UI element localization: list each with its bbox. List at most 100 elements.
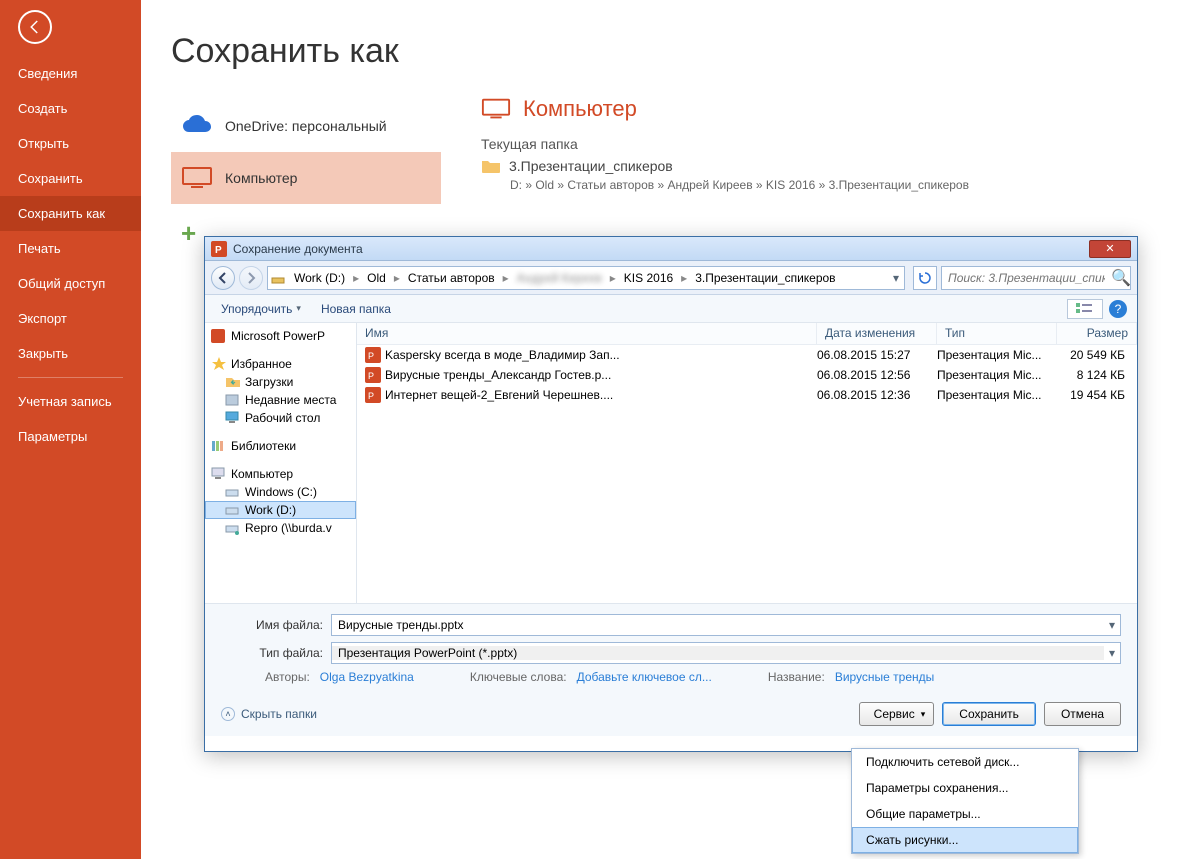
tree-libraries[interactable]: Библиотеки: [205, 437, 356, 455]
authors-value[interactable]: Olga Bezpyatkina: [320, 670, 414, 684]
title-label: Название:: [768, 670, 825, 684]
desktop-icon: [225, 411, 241, 425]
nav-forward-button[interactable]: [239, 266, 263, 290]
col-size[interactable]: Размер: [1057, 323, 1137, 344]
drive-icon: [268, 271, 288, 285]
tree-computer[interactable]: Компьютер: [205, 465, 356, 483]
tree-downloads[interactable]: Загрузки: [205, 373, 356, 391]
downloads-icon: [225, 375, 241, 389]
breadcrumb-seg[interactable]: KIS 2016: [618, 271, 679, 285]
svg-text:P: P: [368, 351, 374, 361]
new-folder-button[interactable]: Новая папка: [311, 300, 401, 318]
tree-desktop[interactable]: Рабочий стол: [205, 409, 356, 427]
tree-drive-c[interactable]: Windows (C:): [205, 483, 356, 501]
backstage-item-8[interactable]: Закрыть: [0, 336, 141, 371]
dialog-footer: ˄ Скрыть папки Сервис Сохранить Отмена: [205, 692, 1137, 736]
powerpoint-icon: P: [211, 241, 227, 257]
search-input[interactable]: [942, 271, 1111, 285]
refresh-button[interactable]: [913, 266, 937, 290]
computer-icon: [481, 96, 511, 122]
network-drive-icon: [225, 521, 241, 535]
backstage-account[interactable]: Учетная запись: [0, 384, 141, 419]
organize-button[interactable]: Упорядочить: [215, 300, 311, 318]
breadcrumb-seg[interactable]: 3.Презентации_спикеров: [689, 271, 841, 285]
hide-folders-button[interactable]: ˄ Скрыть папки: [221, 707, 317, 721]
tools-menu-item[interactable]: Сжать рисунки...: [852, 827, 1078, 853]
filetype-label: Тип файла:: [221, 646, 331, 660]
backstage-options[interactable]: Параметры: [0, 419, 141, 454]
pptx-icon: P: [365, 347, 381, 363]
file-row[interactable]: PВирусные тренды_Александр Гостев.p...06…: [357, 365, 1137, 385]
breadcrumb[interactable]: Work (D:)▸Old▸Статьи авторов▸Андрей Кире…: [267, 266, 905, 290]
view-mode-button[interactable]: [1067, 299, 1103, 319]
search-icon: 🔍: [1111, 268, 1131, 288]
tree-drive-repro[interactable]: Repro (\\burda.v: [205, 519, 356, 537]
location-column: Компьютер Текущая папка 3.Презентации_сп…: [481, 96, 1101, 192]
folder-tree: Microsoft PowerP Избранное Загрузки Неда…: [205, 323, 357, 603]
filetype-combo[interactable]: [332, 646, 1104, 660]
tools-button[interactable]: Сервис: [859, 702, 935, 726]
breadcrumb-dropdown[interactable]: ▾: [888, 267, 904, 289]
keywords-value[interactable]: Добавьте ключевое сл...: [577, 670, 712, 684]
tools-menu: Подключить сетевой диск...Параметры сохр…: [851, 748, 1079, 854]
dialog-toolbar: Упорядочить Новая папка ?: [205, 295, 1137, 323]
backstage-item-6[interactable]: Общий доступ: [0, 266, 141, 301]
backstage-item-7[interactable]: Экспорт: [0, 301, 141, 336]
dialog-title: Сохранение документа: [233, 242, 1089, 256]
list-header: Имя Дата изменения Тип Размер: [357, 323, 1137, 345]
current-folder-label: Текущая папка: [481, 136, 1101, 152]
file-list: Имя Дата изменения Тип Размер PKaspersky…: [357, 323, 1137, 603]
tools-menu-item[interactable]: Параметры сохранения...: [852, 775, 1078, 801]
filename-label: Имя файла:: [221, 618, 331, 632]
drive-icon: [225, 503, 241, 517]
current-folder[interactable]: 3.Презентации_спикеров: [481, 158, 1101, 174]
svg-text:P: P: [368, 391, 374, 401]
svg-text:P: P: [215, 245, 222, 256]
tree-favorites[interactable]: Избранное: [205, 355, 356, 373]
chevron-up-icon: ˄: [221, 707, 235, 721]
filetype-dropdown[interactable]: ▾: [1104, 643, 1120, 663]
keywords-label: Ключевые слова:: [470, 670, 567, 684]
breadcrumb-seg[interactable]: Old: [361, 271, 392, 285]
backstage-item-5[interactable]: Печать: [0, 231, 141, 266]
page-title: Сохранить как: [171, 32, 1200, 71]
svg-text:P: P: [368, 371, 374, 381]
title-value[interactable]: Вирусные тренды: [835, 670, 934, 684]
breadcrumb-seg[interactable]: Андрей Киреев: [511, 271, 608, 285]
cancel-button[interactable]: Отмена: [1044, 702, 1121, 726]
backstage-item-1[interactable]: Создать: [0, 91, 141, 126]
filename-dropdown[interactable]: ▾: [1104, 615, 1120, 635]
file-row[interactable]: PKaspersky всегда в моде_Владимир Зап...…: [357, 345, 1137, 365]
backstage-item-4[interactable]: Сохранить как: [0, 196, 141, 231]
tools-menu-item[interactable]: Общие параметры...: [852, 801, 1078, 827]
place-computer[interactable]: Компьютер: [171, 152, 441, 204]
pptx-icon: P: [365, 387, 381, 403]
filename-input[interactable]: [332, 618, 1104, 632]
backstage-item-3[interactable]: Сохранить: [0, 161, 141, 196]
drive-icon: [225, 485, 241, 499]
search-box[interactable]: 🔍: [941, 266, 1131, 290]
location-header: Компьютер: [481, 96, 1101, 122]
libraries-icon: [211, 439, 227, 453]
breadcrumb-seg[interactable]: Статьи авторов: [402, 271, 501, 285]
nav-back-button[interactable]: [211, 266, 235, 290]
col-date[interactable]: Дата изменения: [817, 323, 937, 344]
backstage-item-0[interactable]: Сведения: [0, 56, 141, 91]
col-type[interactable]: Тип: [937, 323, 1057, 344]
computer-icon: [181, 166, 213, 190]
breadcrumb-seg[interactable]: Work (D:): [288, 271, 351, 285]
tree-powerpoint[interactable]: Microsoft PowerP: [205, 327, 356, 345]
dialog-close-button[interactable]: ✕: [1089, 240, 1131, 258]
help-button[interactable]: ?: [1109, 300, 1127, 318]
place-onedrive[interactable]: OneDrive: персональный: [171, 100, 441, 152]
tools-menu-item[interactable]: Подключить сетевой диск...: [852, 749, 1078, 775]
back-button[interactable]: [18, 10, 52, 44]
tree-drive-d[interactable]: Work (D:): [205, 501, 356, 519]
tree-recent[interactable]: Недавние места: [205, 391, 356, 409]
file-row[interactable]: PИнтернет вещей-2_Евгений Черешнев....06…: [357, 385, 1137, 405]
dialog-navbar: Work (D:)▸Old▸Статьи авторов▸Андрей Кире…: [205, 261, 1137, 295]
col-name[interactable]: Имя: [357, 323, 817, 344]
backstage-item-2[interactable]: Открыть: [0, 126, 141, 161]
current-folder-name: 3.Презентации_спикеров: [509, 158, 673, 174]
save-button[interactable]: Сохранить: [942, 702, 1036, 726]
